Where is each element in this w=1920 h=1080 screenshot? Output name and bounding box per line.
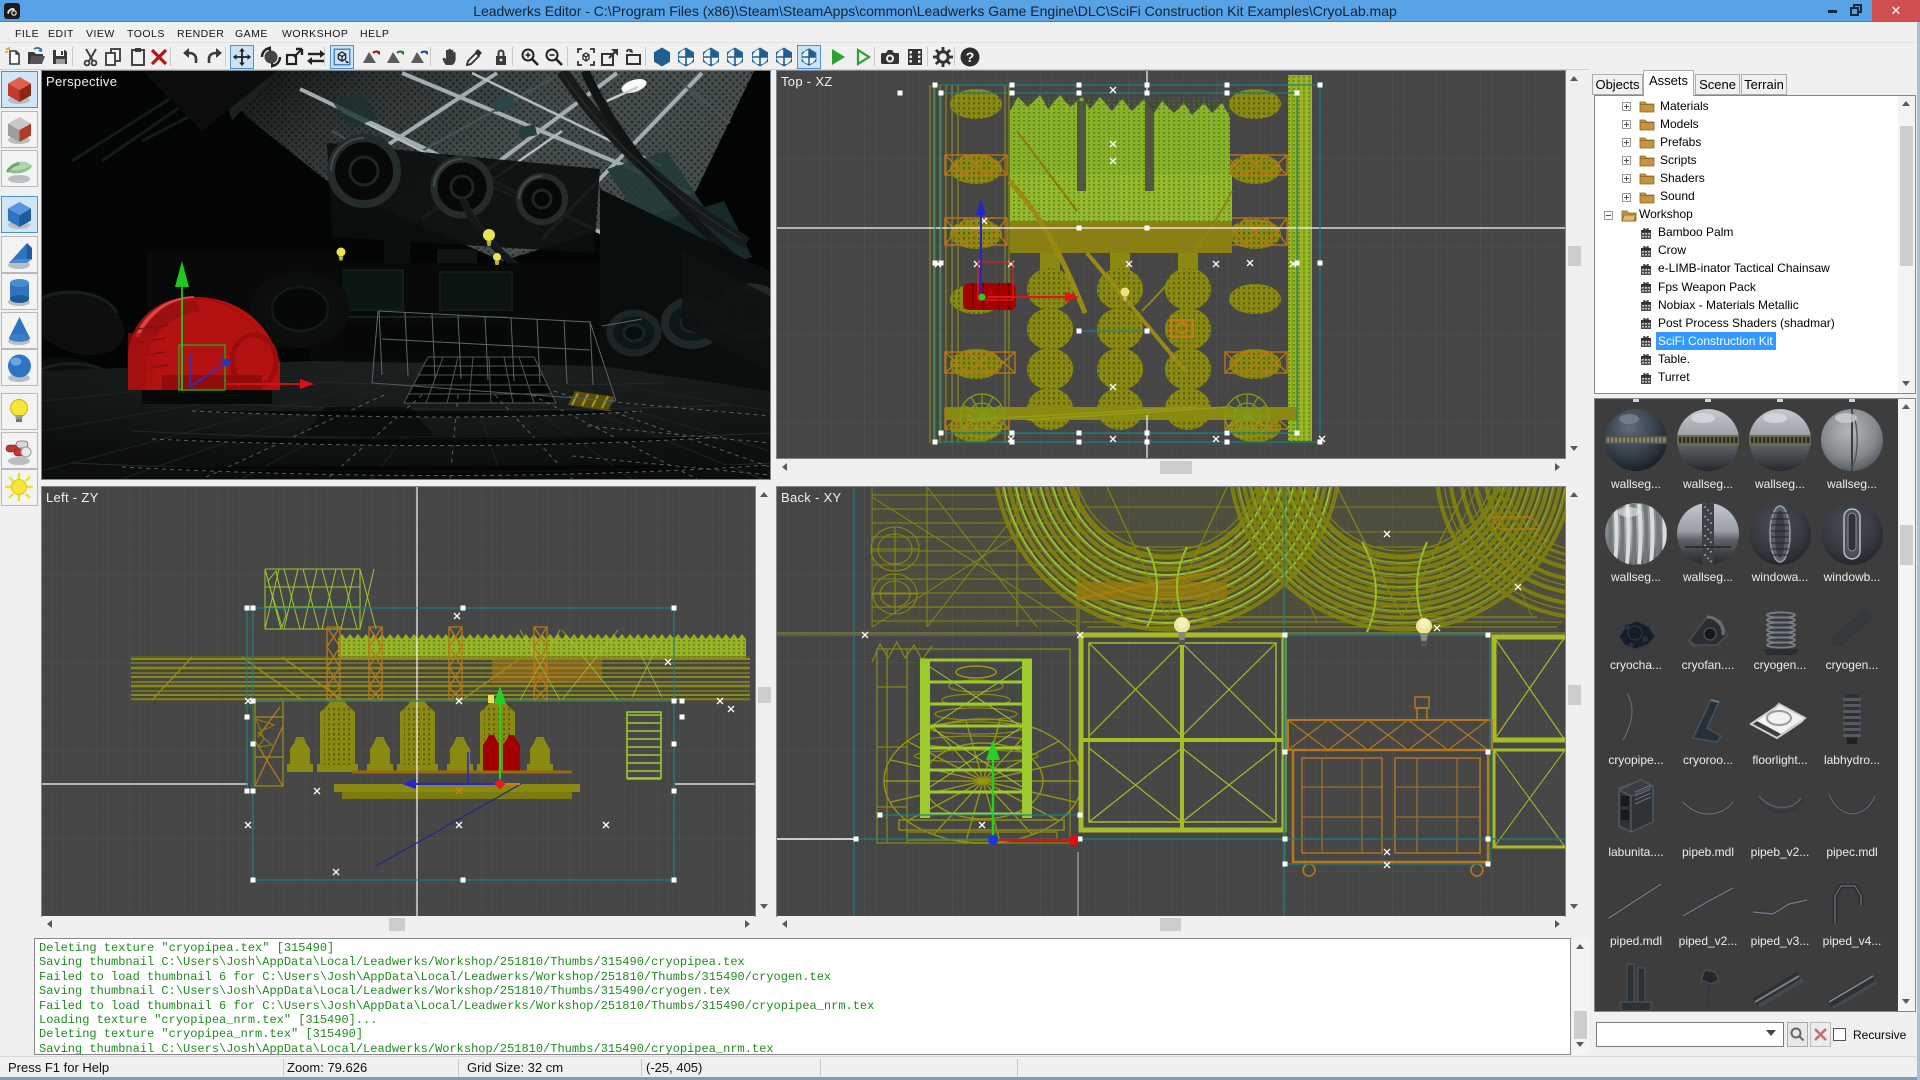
svg-text:?: ? (966, 49, 975, 65)
